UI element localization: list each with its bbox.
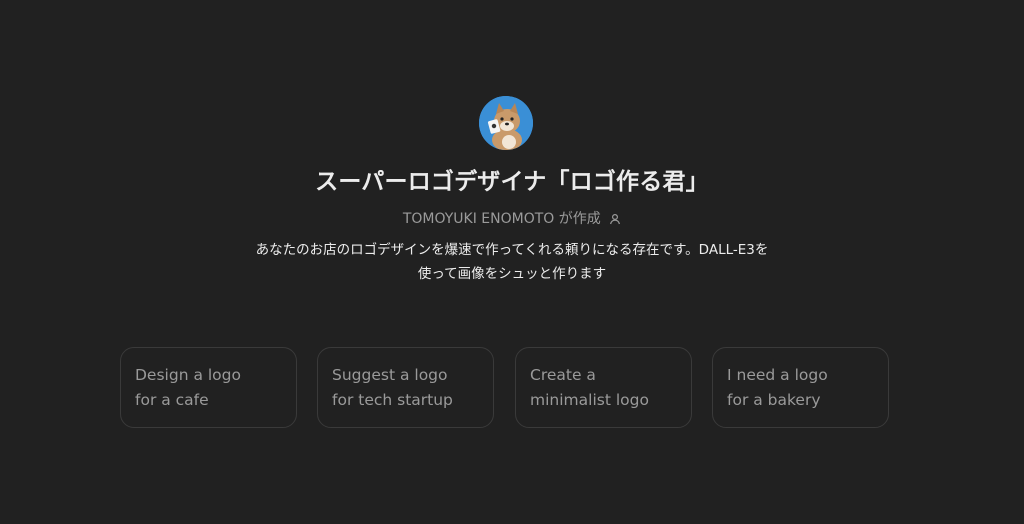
gpt-avatar	[479, 96, 533, 150]
gpt-author[interactable]: TOMOYUKI ENOMOTO が作成	[0, 209, 1024, 231]
starter-line: Design a logo	[135, 366, 241, 384]
starter-create-minimalist-logo[interactable]: Create a minimalist logo	[515, 347, 692, 428]
starter-line: minimalist logo	[530, 391, 649, 409]
gpt-description: あなたのお店のロゴデザインを爆速で作ってくれる頼りになる存在です。DALL-E3…	[212, 238, 812, 286]
starter-line: I need a logo	[727, 366, 828, 384]
starter-line: Create a	[530, 366, 596, 384]
starter-line: for a bakery	[727, 391, 821, 409]
shiba-dog-icon	[479, 96, 533, 150]
author-label: TOMOYUKI ENOMOTO が作成	[402, 211, 601, 227]
gpt-title: スーパーロゴデザイナ「ロゴ作る君」	[315, 169, 709, 195]
gpt-intro-page: スーパーロゴデザイナ「ロゴ作る君」 TOMOYUKI ENOMOTO が作成 あ…	[0, 0, 1024, 524]
description-line: あなたのお店のロゴデザインを爆速で作ってくれる頼りになる存在です。DALL-E3…	[255, 242, 769, 258]
description-line: 使って画像をシュッと作ります	[417, 266, 607, 282]
starter-logo-bakery[interactable]: I need a logo for a bakery	[712, 347, 889, 428]
person-icon	[609, 211, 621, 231]
starter-design-logo-cafe[interactable]: Design a logo for a cafe	[120, 347, 297, 428]
starter-line: Suggest a logo	[332, 366, 448, 384]
starter-line: for a cafe	[135, 391, 209, 409]
starter-line: for tech startup	[332, 391, 453, 409]
starter-suggest-logo-startup[interactable]: Suggest a logo for tech startup	[317, 347, 494, 428]
